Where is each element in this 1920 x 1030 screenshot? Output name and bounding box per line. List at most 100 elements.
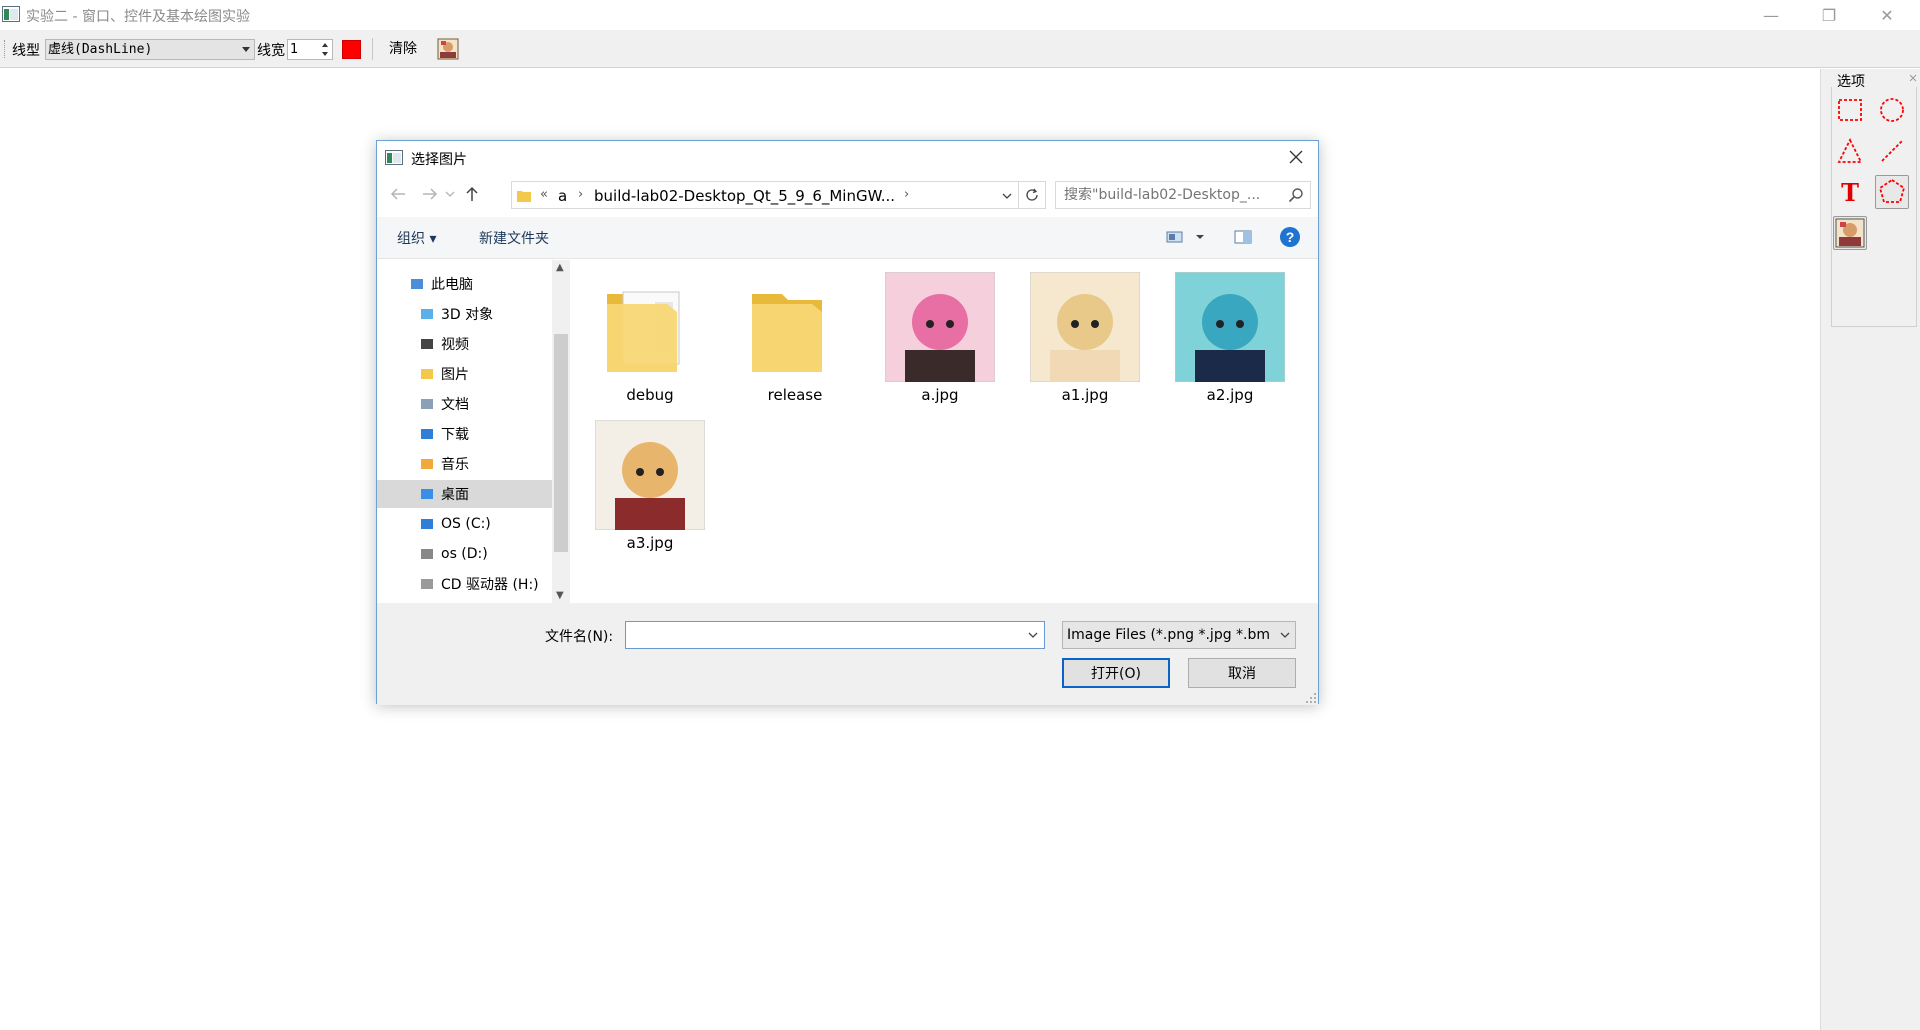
view-options-icon[interactable] (1165, 227, 1185, 247)
file-item[interactable]: a1.jpg (1010, 262, 1140, 404)
line-type-combo[interactable]: 虚线(DashLine) (45, 39, 255, 60)
dialog-close-button[interactable] (1284, 145, 1308, 169)
scrollbar-thumb[interactable] (554, 334, 568, 552)
chevron-right-icon[interactable]: › (578, 187, 583, 202)
organize-menu[interactable]: 组织 ▾ (397, 228, 436, 248)
preview-pane-icon[interactable] (1233, 227, 1253, 247)
nav-item[interactable]: 图片 (377, 360, 552, 388)
cancel-button[interactable]: 取消 (1188, 658, 1296, 688)
chevron-down-icon[interactable] (1002, 192, 1012, 200)
text-tool[interactable]: T (1833, 175, 1867, 209)
file-item[interactable]: debug (575, 262, 705, 404)
dialog-title: 选择图片 (411, 152, 467, 168)
resize-grip-icon[interactable] (1305, 692, 1317, 704)
image-file-icon (1175, 272, 1285, 382)
triangle-tool[interactable] (1833, 134, 1867, 168)
dashed-rectangle-icon (1838, 99, 1862, 121)
chevron-down-icon (445, 191, 455, 197)
forward-button[interactable] (419, 182, 441, 206)
chevron-down-icon[interactable] (1195, 233, 1205, 241)
navigation-pane[interactable]: 此电脑 3D 对象视频图片 文档下载音乐桌面 OS (C:) os (D:) CD 驱动器… (377, 260, 552, 603)
nav-item-label: 桌面 (441, 487, 469, 503)
toolbar-grip[interactable] (4, 40, 7, 58)
nav-item[interactable]: os (D:) (377, 540, 552, 568)
address-segment-build[interactable]: build-lab02-Desktop_Qt_5_9_6_MinGW... (594, 187, 895, 205)
nav-item-label: 下载 (441, 427, 469, 443)
search-box[interactable] (1055, 181, 1311, 209)
file-type-filter[interactable]: Image Files (*.png *.jpg *.bm (1062, 621, 1296, 649)
close-icon: ✕ (1880, 5, 1894, 25)
dialog-footer: 文件名(N): Image Files (*.png *.jpg *.bm 打开… (377, 603, 1318, 705)
help-icon[interactable]: ? (1279, 226, 1301, 248)
minimize-button[interactable]: — (1742, 0, 1800, 30)
file-name: a.jpg (921, 386, 959, 404)
folder-icon (517, 191, 531, 202)
nav-item-label: 视频 (441, 337, 469, 353)
recent-locations-button[interactable] (443, 182, 457, 206)
nav-item[interactable]: 文档 (377, 390, 552, 418)
image-tool[interactable] (1833, 216, 1867, 250)
nav-item[interactable]: 视频 (377, 330, 552, 358)
drive-c-icon (421, 519, 433, 529)
nav-item[interactable]: 下载 (377, 420, 552, 448)
rectangle-tool[interactable] (1833, 93, 1867, 127)
refresh-button[interactable] (1018, 181, 1046, 209)
navigation-row: « a › build-lab02-Desktop_Qt_5_9_6_MinGW… (377, 177, 1318, 211)
open-button[interactable]: 打开(O) (1062, 658, 1170, 688)
dock-close-icon[interactable] (1908, 73, 1918, 83)
search-input[interactable] (1056, 182, 1282, 208)
navigation-scrollbar[interactable]: ▲ ▼ (552, 260, 570, 603)
line-tool[interactable] (1875, 134, 1909, 168)
back-button[interactable] (387, 182, 409, 206)
nav-item[interactable]: 桌面 (377, 480, 552, 508)
app-icon (2, 6, 20, 22)
ellipse-tool[interactable] (1875, 93, 1909, 127)
chevron-down-icon (242, 47, 250, 52)
file-item[interactable]: a3.jpg (575, 410, 705, 552)
address-overflow[interactable]: « (540, 187, 548, 202)
new-folder-button[interactable]: 新建文件夹 (479, 228, 549, 248)
line-width-spinbox[interactable]: 1 (287, 39, 333, 60)
file-item[interactable]: release (720, 262, 850, 404)
address-bar[interactable]: « a › build-lab02-Desktop_Qt_5_9_6_MinGW… (511, 181, 1019, 209)
scroll-down-icon[interactable]: ▼ (556, 590, 564, 601)
restore-icon: ❐ (1821, 5, 1837, 25)
file-thumbnail (885, 272, 995, 382)
nav-item[interactable]: OS (C:) (377, 510, 552, 538)
polygon-tool[interactable] (1875, 175, 1909, 209)
file-item[interactable]: a2.jpg (1155, 262, 1285, 404)
dialog-titlebar: 选择图片 (377, 141, 1318, 173)
file-item[interactable]: a.jpg (865, 262, 995, 404)
music-icon (421, 459, 433, 469)
pen-color-button[interactable] (342, 40, 361, 59)
clear-button[interactable]: 清除 (386, 38, 420, 60)
file-name: a3.jpg (626, 534, 674, 552)
dashed-line-icon (1881, 140, 1903, 162)
filename-combo[interactable] (625, 621, 1045, 649)
file-dialog: 选择图片 « a › build-lab02-Desktop_Qt_5_9_6_… (376, 140, 1319, 705)
desktop-icon (421, 489, 433, 499)
dashed-diamond-icon (1878, 178, 1906, 203)
close-button[interactable]: ✕ (1858, 0, 1916, 30)
close-icon (1289, 150, 1303, 164)
line-type-label: 线型 (12, 43, 40, 59)
spin-down-icon[interactable] (319, 50, 331, 58)
restore-button[interactable]: ❐ (1800, 0, 1858, 30)
filename-label: 文件名(N): (545, 629, 614, 645)
nav-item-label: 3D 对象 (441, 307, 494, 323)
chevron-down-icon[interactable] (1028, 631, 1038, 639)
filename-input[interactable] (626, 622, 1016, 648)
spin-up-icon[interactable] (319, 41, 331, 49)
nav-item[interactable]: CD 驱动器 (H:) (377, 570, 552, 598)
chevron-right-icon[interactable]: › (904, 187, 909, 202)
options-dock: 选项 T (1820, 69, 1920, 1030)
nav-item[interactable]: 音乐 (377, 450, 552, 478)
nav-item[interactable]: 此电脑 (377, 270, 552, 298)
image-icon[interactable] (437, 38, 459, 60)
address-segment-a[interactable]: a (558, 187, 567, 205)
up-button[interactable] (461, 182, 483, 206)
nav-item[interactable]: 3D 对象 (377, 300, 552, 328)
scroll-up-icon[interactable]: ▲ (556, 262, 564, 273)
minimize-icon: — (1763, 5, 1779, 25)
arrow-up-icon (466, 186, 478, 201)
